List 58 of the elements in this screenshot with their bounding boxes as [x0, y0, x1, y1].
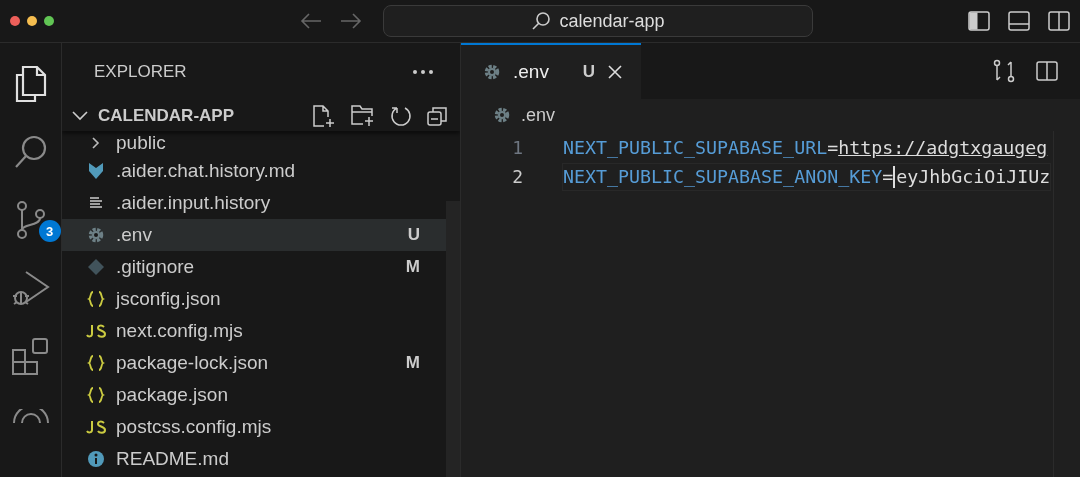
- file-item[interactable]: .gitignore M: [62, 251, 446, 283]
- notification-badge: 3: [38, 220, 61, 242]
- source-control-icon[interactable]: [14, 200, 47, 240]
- command-center[interactable]: calendar-app: [383, 5, 813, 37]
- collapse-all-icon[interactable]: [426, 105, 448, 127]
- refresh-icon[interactable]: [390, 105, 412, 127]
- new-file-icon[interactable]: [312, 104, 336, 128]
- arrow-down-icon: [88, 162, 104, 180]
- code-line: NEXT_PUBLIC_SUPABASE_ANON_KEY= eyJhbGciOiJIUz: [563, 163, 1051, 190]
- line-number: 1: [511, 137, 523, 158]
- gear-icon: [87, 226, 105, 244]
- git-status: M: [405, 257, 420, 277]
- toggle-panel-icon[interactable]: [1008, 11, 1030, 31]
- gear-icon: [493, 106, 511, 124]
- compare-changes-icon[interactable]: [992, 59, 1016, 83]
- extensions-icon[interactable]: [10, 336, 51, 376]
- split-editor-icon[interactable]: [1036, 61, 1058, 81]
- file-item[interactable]: package-lock.json M: [62, 347, 446, 379]
- close-icon[interactable]: [607, 64, 623, 80]
- braces-icon: [87, 290, 105, 308]
- file-item[interactable]: .aider.input.history: [62, 187, 446, 219]
- new-folder-icon[interactable]: [350, 104, 376, 128]
- code-line: NEXT_PUBLIC_SUPABASE_URL=https://adgtxgaugeg: [563, 136, 1048, 160]
- forward-icon[interactable]: [340, 13, 362, 29]
- split-layout-icon[interactable]: [1048, 11, 1070, 31]
- minimize-window-button[interactable]: [27, 16, 37, 26]
- file-item[interactable]: README.md: [62, 443, 446, 475]
- git-status: M: [405, 353, 420, 373]
- toggle-sidebar-icon[interactable]: [968, 11, 990, 31]
- braces-icon: [87, 354, 105, 372]
- file-item[interactable]: jsconfig.json: [62, 283, 446, 315]
- diamond-icon: [87, 258, 105, 276]
- search-icon[interactable]: [12, 134, 49, 170]
- gear-icon: [483, 63, 501, 81]
- file-item[interactable]: next.config.mjs: [62, 315, 446, 347]
- braces-icon: [87, 386, 105, 404]
- folder-header[interactable]: CALENDAR-APP: [62, 101, 460, 131]
- line-number: 2: [511, 166, 523, 187]
- back-icon[interactable]: [300, 13, 322, 29]
- explorer-title: EXPLORER: [94, 62, 187, 82]
- more-icon[interactable]: [412, 69, 434, 75]
- close-window-button[interactable]: [10, 16, 20, 26]
- text-cursor: [893, 165, 896, 188]
- file-item[interactable]: .env U: [62, 219, 446, 251]
- js-icon: [86, 420, 106, 434]
- run-debug-icon[interactable]: [10, 268, 51, 308]
- file-item[interactable]: package.json: [62, 379, 446, 411]
- info-icon: [87, 450, 105, 468]
- file-item[interactable]: postcss.config.mjs: [62, 411, 446, 443]
- file-item[interactable]: public: [62, 131, 446, 155]
- breadcrumb[interactable]: .env: [521, 104, 556, 126]
- editor-tab[interactable]: .env U: [461, 43, 641, 99]
- git-status: U: [407, 225, 420, 245]
- file-item[interactable]: .aider.chat.history.md: [62, 155, 446, 187]
- maximize-window-button[interactable]: [44, 16, 54, 26]
- search-icon: [531, 11, 552, 31]
- js-icon: [86, 324, 106, 338]
- lines-icon: [89, 196, 103, 210]
